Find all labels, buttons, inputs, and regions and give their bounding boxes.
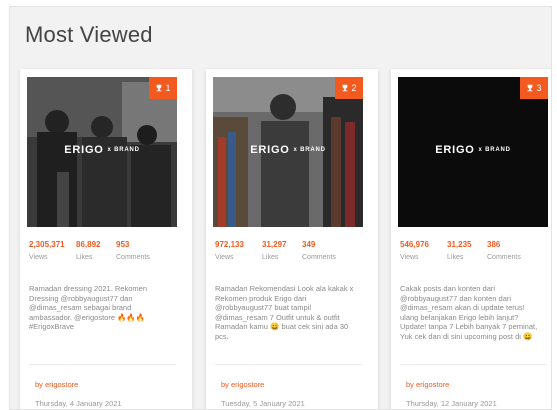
- brand-logo: ERIGO x BRAND: [435, 144, 511, 156]
- likes-count: 31,235: [447, 240, 472, 249]
- stats-row: 972,133 Views 31,297 Likes 349 Comments: [215, 240, 375, 266]
- stats-row: 2,305,371 Views 86,892 Likes 953 Comment…: [29, 240, 189, 266]
- comments-count: 953: [116, 240, 130, 249]
- likes-stat: 31,235 Likes: [447, 240, 471, 261]
- comments-label: Comments: [116, 254, 150, 261]
- post-card[interactable]: ERIGO x BRAND 1 2,305,371 Views 86,892 L…: [20, 69, 192, 409]
- post-date: Thursday, 4 January 2021: [35, 399, 122, 408]
- views-stat: 972,133 Views: [215, 240, 244, 261]
- rank-badge: 1: [149, 77, 177, 99]
- post-thumbnail[interactable]: ERIGO x BRAND 1: [27, 77, 177, 227]
- post-thumbnail[interactable]: ERIGO x BRAND 2: [213, 77, 363, 227]
- comments-count: 349: [302, 240, 316, 249]
- trophy-icon: [528, 84, 533, 92]
- views-stat: 546,976 Views: [400, 240, 429, 261]
- post-caption: Cakak posts dan konten dari @robbyaugust…: [400, 284, 538, 341]
- likes-stat: 31,297 Likes: [262, 240, 286, 261]
- views-label: Views: [400, 254, 419, 261]
- views-label: Views: [29, 254, 48, 261]
- comments-label: Comments: [302, 254, 336, 261]
- views-stat: 2,305,371 Views: [29, 240, 65, 261]
- post-card[interactable]: ERIGO x BRAND 3 546,976 Views 31,235 Lik…: [391, 69, 551, 409]
- views-count: 972,133: [215, 240, 244, 249]
- author-link[interactable]: by erigostore: [35, 380, 78, 389]
- stats-row: 546,976 Views 31,235 Likes 386 Comments: [400, 240, 551, 266]
- views-count: 2,305,371: [29, 240, 65, 249]
- views-count: 546,976: [400, 240, 429, 249]
- comments-label: Comments: [487, 254, 521, 261]
- post-caption: Ramadan Rekomendasi Look ala kakak x Rek…: [215, 284, 354, 341]
- post-date: Tuesday, 5 January 2021: [221, 399, 305, 408]
- likes-count: 31,297: [262, 240, 287, 249]
- rank-badge: 2: [335, 77, 363, 99]
- comments-stat: 386 Comments: [487, 240, 521, 261]
- likes-count: 86,892: [76, 240, 101, 249]
- post-caption: Ramadan dressing 2021. Rekomen Dressing …: [29, 284, 147, 331]
- likes-label: Likes: [76, 254, 93, 261]
- comments-count: 386: [487, 240, 501, 249]
- rank-badge: 3: [520, 77, 548, 99]
- divider: [29, 364, 176, 365]
- author-link[interactable]: by erigostore: [406, 380, 449, 389]
- trophy-icon: [157, 84, 162, 92]
- trophy-icon: [343, 84, 348, 92]
- comments-stat: 953 Comments: [116, 240, 150, 261]
- author-link[interactable]: by erigostore: [221, 380, 264, 389]
- divider: [215, 364, 362, 365]
- brand-logo: ERIGO x BRAND: [250, 144, 326, 156]
- brand-logo: ERIGO x BRAND: [64, 144, 140, 156]
- section-title: Most Viewed: [25, 22, 153, 47]
- likes-label: Likes: [447, 254, 464, 261]
- divider: [400, 364, 547, 365]
- post-thumbnail[interactable]: ERIGO x BRAND 3: [398, 77, 548, 227]
- post-card[interactable]: ERIGO x BRAND 2 972,133 Views 31,297 Lik…: [206, 69, 378, 409]
- views-label: Views: [215, 254, 234, 261]
- comments-stat: 349 Comments: [302, 240, 336, 261]
- post-date: Thursday, 12 January 2021: [406, 399, 497, 408]
- most-viewed-panel: Most Viewed ERIGO x BRAND 1 2,305,371 Vi…: [9, 6, 552, 410]
- likes-label: Likes: [262, 254, 279, 261]
- likes-stat: 86,892 Likes: [76, 240, 100, 261]
